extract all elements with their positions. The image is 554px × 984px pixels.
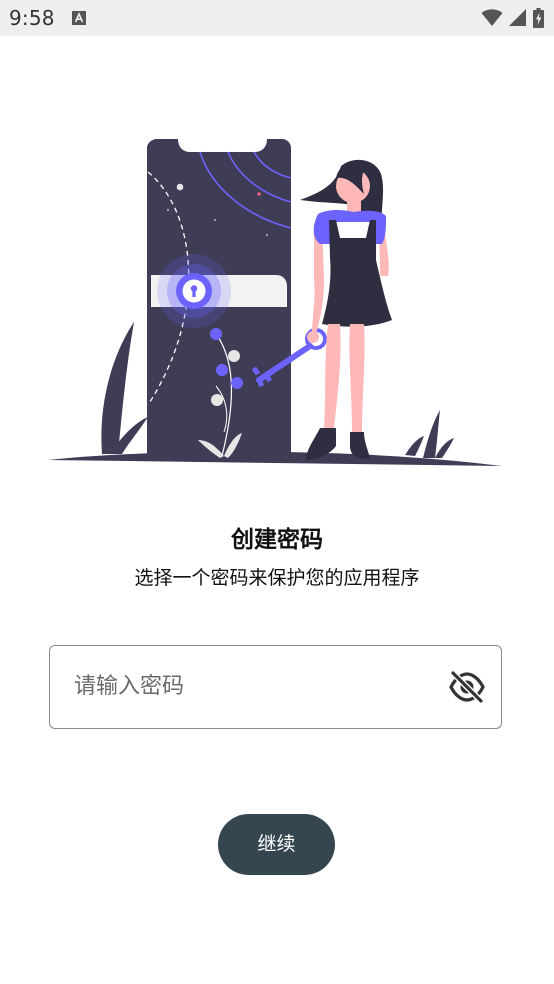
password-field bbox=[49, 645, 502, 729]
page-title: 创建密码 bbox=[231, 527, 323, 553]
left-grass bbox=[101, 322, 148, 454]
wifi-icon bbox=[481, 9, 503, 26]
woman-figure bbox=[300, 159, 392, 460]
accessibility-notification-icon bbox=[72, 11, 86, 25]
cell-signal-icon bbox=[509, 9, 526, 26]
password-input[interactable] bbox=[74, 646, 434, 727]
status-bar: 9:58 bbox=[0, 0, 554, 36]
status-icons bbox=[481, 7, 544, 29]
battery-charging-icon bbox=[533, 8, 544, 28]
right-grass bbox=[405, 410, 454, 458]
status-time: 9:58 bbox=[9, 6, 55, 30]
eye-off-icon[interactable] bbox=[449, 670, 485, 704]
lock-icon bbox=[157, 254, 231, 328]
continue-button[interactable]: 继续 bbox=[218, 814, 335, 875]
page-subtitle: 选择一个密码来保护您的应用程序 bbox=[134, 567, 420, 589]
phone-lock-key-illustration bbox=[48, 139, 502, 466]
